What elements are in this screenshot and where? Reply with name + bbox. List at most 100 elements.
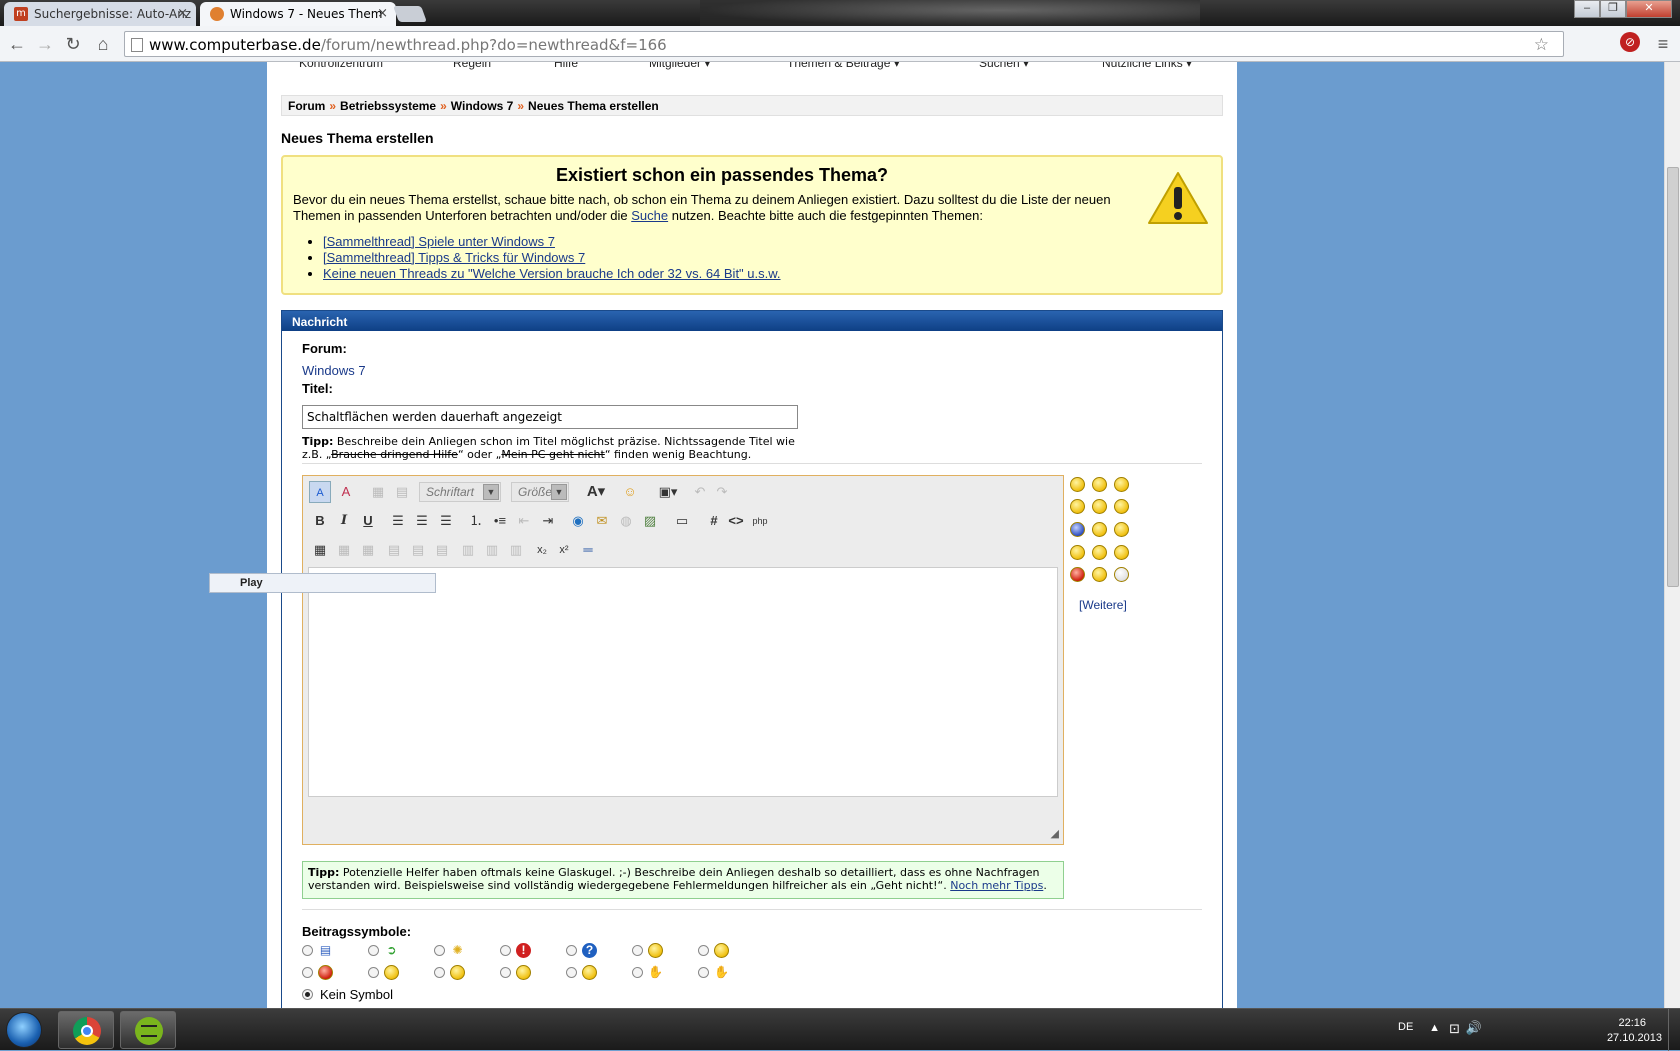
underline-icon[interactable]: U — [357, 510, 379, 532]
start-button[interactable] — [6, 1012, 42, 1048]
smiley-icon[interactable] — [1070, 499, 1085, 514]
nav-suchen[interactable]: Suchen ▾ — [979, 62, 1029, 70]
breadcrumb-forum[interactable]: Forum — [288, 99, 325, 113]
breadcrumb-windows7[interactable]: Windows 7 — [451, 99, 514, 113]
nav-mitglieder[interactable]: Mitglieder ▾ — [649, 62, 710, 70]
nav-themen-beitraege[interactable]: Themen & Beiträge ▾ — [787, 62, 900, 70]
symbol-radio[interactable] — [566, 967, 577, 978]
symbol-radio[interactable] — [434, 945, 445, 956]
code-hash-icon[interactable]: # — [703, 510, 725, 532]
smiley-icon[interactable] — [1114, 567, 1129, 582]
html-code-icon[interactable]: <> — [725, 510, 747, 532]
network-icon[interactable]: ⊡ — [1449, 1021, 1460, 1037]
smiley-icon[interactable] — [1114, 522, 1129, 537]
ordered-list-icon[interactable]: ⒈ — [465, 510, 487, 532]
page-scrollbar[interactable] — [1664, 62, 1680, 1008]
show-hidden-icons-icon[interactable]: ▲ — [1429, 1022, 1440, 1034]
no-symbol-radio[interactable] — [302, 989, 313, 1000]
address-bar[interactable]: www.computerbase.de/forum/newthread.php?… — [124, 31, 1564, 57]
align-left-icon[interactable]: ☰ — [387, 510, 409, 532]
smiley-icon[interactable] — [1092, 545, 1107, 560]
delete-col-icon[interactable]: ▥ — [505, 539, 527, 561]
table-props-icon[interactable]: ▦ — [333, 539, 355, 561]
symbol-radio[interactable] — [500, 967, 511, 978]
smiley-icon[interactable] — [1092, 477, 1107, 492]
insert-col-after-icon[interactable]: ▥ — [481, 539, 503, 561]
show-desktop-button[interactable] — [1668, 1009, 1680, 1051]
remove-link-icon[interactable]: ◍ — [615, 510, 637, 532]
smiley-icon[interactable]: ☺ — [619, 481, 641, 503]
insert-row-before-icon[interactable]: ▤ — [383, 539, 405, 561]
align-right-icon[interactable]: ☰ — [435, 510, 457, 532]
undo-icon[interactable]: ↶ — [689, 481, 711, 503]
smiley-icon[interactable] — [1070, 545, 1085, 560]
table-icon[interactable]: ▦ — [309, 539, 331, 561]
minimize-button[interactable]: – — [1574, 0, 1600, 18]
maximize-button[interactable]: ❐ — [1600, 0, 1626, 18]
quote-icon[interactable]: ▭ — [671, 510, 693, 532]
remove-format-icon[interactable]: A — [335, 481, 357, 503]
smiley-icon[interactable] — [1070, 522, 1085, 537]
tab-windows7-active[interactable]: Windows 7 - Neues Them × — [200, 2, 396, 26]
tab-close-icon[interactable]: × — [177, 6, 188, 21]
paste-icon[interactable]: ▤ — [391, 481, 413, 503]
tab-close-icon[interactable]: × — [377, 6, 388, 21]
nav-hilfe[interactable]: Hilfe — [554, 62, 578, 70]
symbol-radio[interactable] — [632, 967, 643, 978]
smiley-icon[interactable] — [1092, 567, 1107, 582]
more-tips-link[interactable]: Noch mehr Tipps — [950, 879, 1043, 892]
php-code-icon[interactable]: php — [749, 510, 771, 532]
symbol-radio[interactable] — [698, 945, 709, 956]
search-link[interactable]: Suche — [631, 208, 668, 223]
symbol-radio[interactable] — [368, 967, 379, 978]
pinned-thread-link[interactable]: Keine neuen Threads zu "Welche Version b… — [323, 266, 781, 281]
size-select[interactable]: Größe ▼ — [511, 482, 569, 502]
more-smilies-link[interactable]: [Weitere] — [1079, 598, 1127, 612]
cut-icon[interactable]: ▦ — [367, 481, 389, 503]
close-window-button[interactable]: ✕ — [1626, 0, 1672, 18]
forward-icon[interactable]: → — [34, 33, 56, 55]
outdent-icon[interactable]: ⇤ — [513, 510, 535, 532]
scrollbar-thumb[interactable] — [1667, 167, 1679, 587]
symbol-radio[interactable] — [566, 945, 577, 956]
home-icon[interactable]: ⌂ — [92, 33, 114, 55]
message-textarea[interactable] — [308, 567, 1058, 797]
font-select[interactable]: Schriftart ▼ — [419, 482, 501, 502]
smiley-icon[interactable] — [1114, 499, 1129, 514]
symbol-radio[interactable] — [368, 945, 379, 956]
delete-table-icon[interactable]: ▦ — [357, 539, 379, 561]
volume-icon[interactable]: 🔊 — [1466, 1020, 1482, 1036]
tab-suchergebnisse[interactable]: m Suchergebnisse: Auto-Anz × — [4, 2, 196, 26]
smiley-icon[interactable] — [1070, 477, 1085, 492]
smiley-icon[interactable] — [1092, 522, 1107, 537]
insert-link-icon[interactable]: ◉ — [567, 510, 589, 532]
smiley-icon[interactable] — [1092, 499, 1107, 514]
bold-icon[interactable]: B — [309, 510, 331, 532]
breadcrumb-betriebssysteme[interactable]: Betriebssysteme — [340, 99, 436, 113]
taskbar-spotify[interactable] — [120, 1011, 176, 1049]
wysiwyg-mode-icon[interactable]: A — [309, 481, 331, 503]
smiley-icon[interactable] — [1114, 477, 1129, 492]
menu-icon[interactable]: ≡ — [1652, 33, 1674, 55]
symbol-radio[interactable] — [434, 967, 445, 978]
symbol-radio[interactable] — [632, 945, 643, 956]
unordered-list-icon[interactable]: •≡ — [489, 510, 511, 532]
bookmark-star-icon[interactable]: ☆ — [1534, 35, 1549, 55]
font-color-icon[interactable]: A▾ — [581, 481, 611, 503]
back-icon[interactable]: ← — [6, 33, 28, 55]
nav-nuetzliche-links[interactable]: Nützliche Links ▾ — [1102, 62, 1192, 70]
indent-icon[interactable]: ⇥ — [537, 510, 559, 532]
taskbar-chrome[interactable] — [58, 1011, 114, 1049]
pinned-thread-link[interactable]: [Sammelthread] Tipps & Tricks für Window… — [323, 250, 585, 265]
language-indicator[interactable]: DE — [1398, 1021, 1418, 1033]
horizontal-rule-icon[interactable]: ═ — [577, 539, 599, 561]
smiley-icon[interactable] — [1114, 545, 1129, 560]
subscript-icon[interactable]: x₂ — [531, 539, 553, 561]
symbol-radio[interactable] — [698, 967, 709, 978]
symbol-radio[interactable] — [500, 945, 511, 956]
nav-regeln[interactable]: Regeln — [453, 62, 491, 70]
play-popup[interactable]: Play — [209, 573, 436, 593]
insert-email-icon[interactable]: ✉ — [591, 510, 613, 532]
new-tab-button[interactable] — [393, 6, 427, 22]
italic-icon[interactable]: I — [333, 510, 355, 532]
